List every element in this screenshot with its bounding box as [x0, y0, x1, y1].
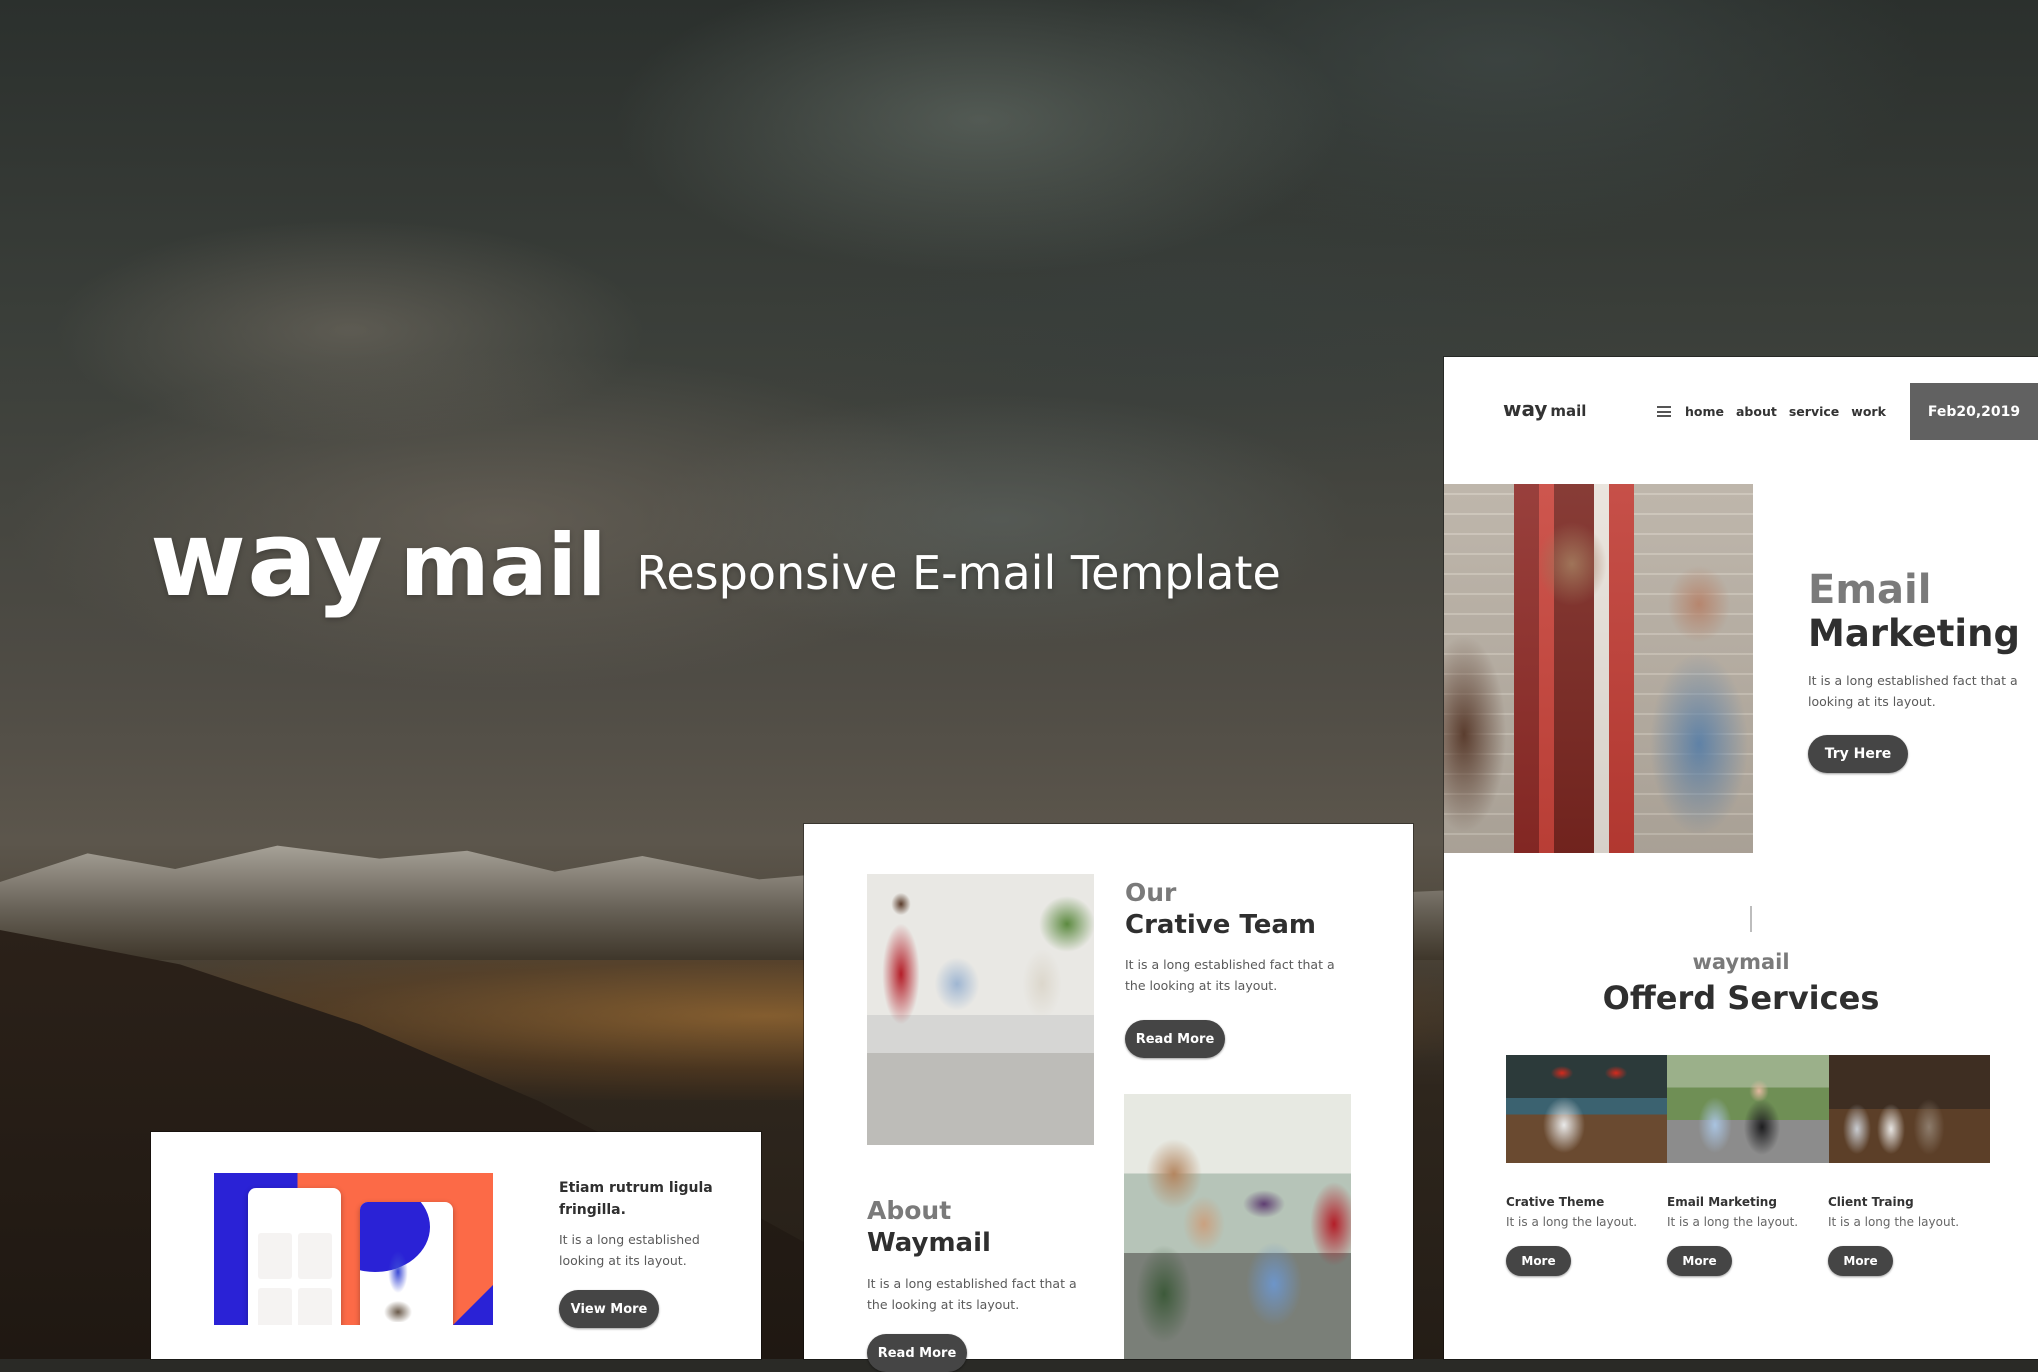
team-title-line1: Our — [1125, 878, 1177, 907]
service-desc: It is a long the layout. — [1506, 1215, 1638, 1229]
nav-home[interactable]: home — [1685, 404, 1724, 419]
app-mockup-image — [214, 1173, 493, 1325]
app-showcase-card: Etiam rutrum ligula fringilla. It is a l… — [151, 1132, 761, 1359]
hamburger-icon[interactable] — [1657, 406, 1671, 417]
hero-brand-mail: mail — [399, 516, 607, 616]
feature-body: It is a long established fact that a loo… — [1808, 673, 2018, 709]
hero-brand-way: way — [150, 498, 384, 620]
feature-title-line2: Marketing — [1808, 612, 2020, 655]
try-here-button[interactable]: Try Here — [1808, 735, 1908, 773]
team-about-card: Our Crative Team It is a long establishe… — [804, 824, 1413, 1372]
date-badge: Feb20,2019 — [1910, 383, 2038, 440]
service-more-button[interactable]: More — [1506, 1246, 1571, 1276]
service-name: Client Traing — [1828, 1195, 1914, 1209]
service-photo-cafe — [1506, 1055, 1668, 1163]
about-body: It is a long established fact that a the… — [867, 1276, 1077, 1312]
service-more-button[interactable]: More — [1667, 1246, 1732, 1276]
phone-mockup-list — [248, 1188, 341, 1325]
about-title-line1: About — [867, 1196, 952, 1225]
team-coffee-photo — [1444, 484, 1753, 853]
nav-service[interactable]: service — [1789, 404, 1839, 419]
feature-title-line1: Email — [1808, 567, 1932, 613]
newsletter-preview-card: way mail home about service work Feb20,20… — [1444, 357, 2038, 1359]
newsletter-nav: home about service work — [1657, 404, 1886, 419]
nav-work[interactable]: work — [1851, 404, 1886, 419]
team-title-line2: Crative Team — [1125, 910, 1316, 940]
team-body: It is a long established fact that a the… — [1125, 957, 1335, 993]
service-item: Crative Theme It is a long the layout. M… — [1506, 1195, 1646, 1276]
service-name: Crative Theme — [1506, 1195, 1605, 1209]
service-desc: It is a long the layout. — [1828, 1215, 1960, 1229]
service-photo-phone-call — [1667, 1055, 1829, 1163]
service-item: Client Traing It is a long the layout. M… — [1828, 1195, 1968, 1276]
service-photo-handshake — [1828, 1055, 1990, 1163]
friends-laptop-photo — [1124, 1094, 1351, 1359]
service-name: Email Marketing — [1667, 1195, 1777, 1209]
services-kicker: waymail — [1692, 950, 1790, 974]
app-card-title: Etiam rutrum ligula fringilla. — [559, 1180, 713, 1218]
office-team-photo — [867, 874, 1094, 1145]
about-read-more-button[interactable]: Read More — [867, 1334, 967, 1372]
logo-mail: mail — [1550, 402, 1587, 420]
phone-mockup-detail — [360, 1202, 453, 1325]
section-divider — [1750, 906, 1752, 932]
newsletter-logo[interactable]: way mail — [1503, 397, 1586, 421]
app-card-body: It is a long established looking at its … — [559, 1232, 700, 1268]
hero-title: way mail Responsive E-mail Template — [150, 498, 1281, 620]
services-title: Offerd Services — [1602, 979, 1880, 1017]
service-item: Email Marketing It is a long the layout.… — [1667, 1195, 1807, 1276]
hero-tagline: Responsive E-mail Template — [636, 546, 1281, 600]
service-more-button[interactable]: More — [1828, 1246, 1893, 1276]
nav-about[interactable]: about — [1736, 404, 1777, 419]
services-photo-strip — [1506, 1055, 1990, 1163]
service-desc: It is a long the layout. — [1667, 1215, 1799, 1229]
about-title-line2: Waymail — [867, 1228, 991, 1258]
logo-way: way — [1503, 397, 1548, 421]
team-read-more-button[interactable]: Read More — [1125, 1020, 1225, 1058]
view-more-button[interactable]: View More — [559, 1290, 659, 1328]
